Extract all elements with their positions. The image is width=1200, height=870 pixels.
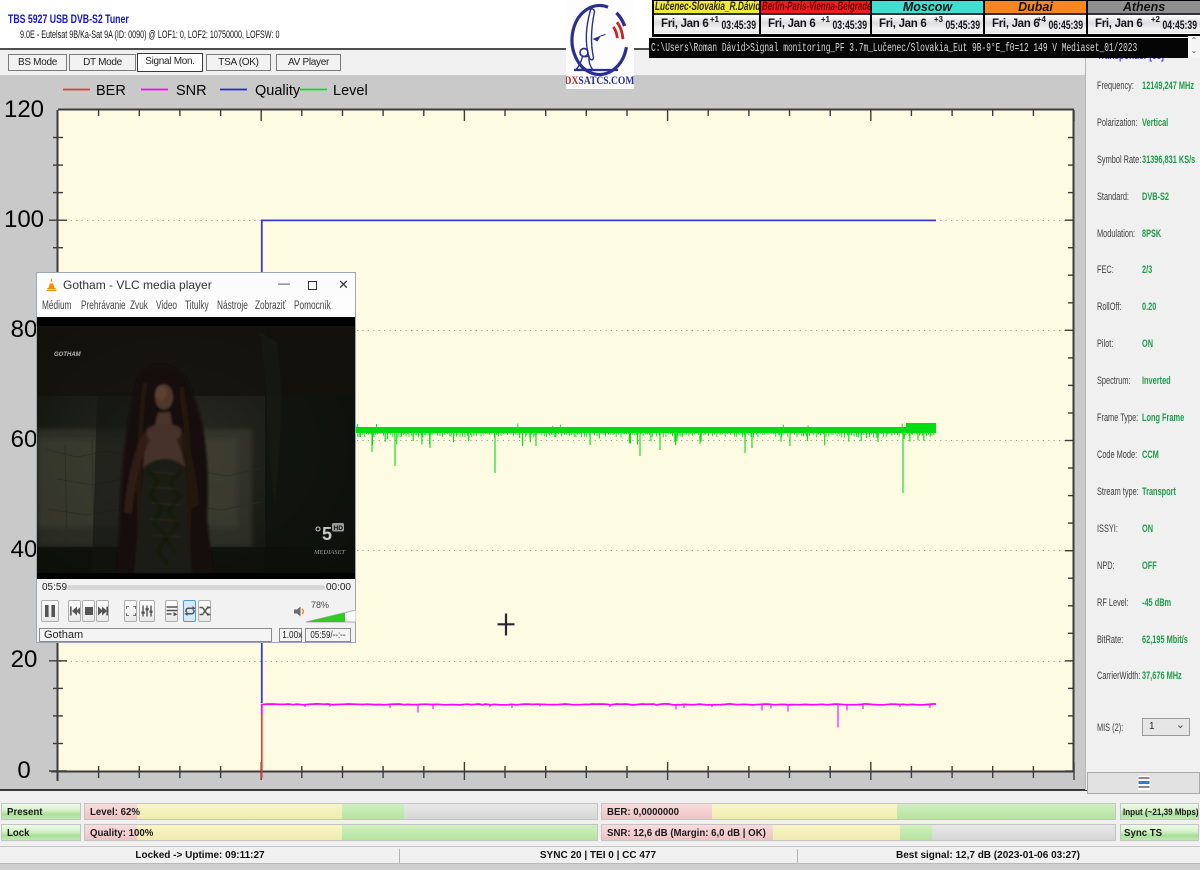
svg-text:DXSATCS.COM: DXSATCS.COM	[566, 74, 634, 87]
svg-text:Level: Level	[333, 83, 368, 99]
svg-text:GOTHAM: GOTHAM	[54, 352, 82, 358]
svg-text:80: 80	[11, 316, 38, 343]
svg-text:60: 60	[11, 426, 38, 453]
svg-text:Quality: Quality	[255, 83, 301, 99]
svg-text:120: 120	[4, 96, 44, 123]
svg-text:MEDIASET: MEDIASET	[313, 549, 345, 556]
svg-text:SNR: SNR	[176, 83, 207, 99]
svg-text:0: 0	[17, 757, 30, 784]
svg-text:5: 5	[322, 524, 332, 544]
svg-text:HD: HD	[334, 525, 344, 532]
svg-text:20: 20	[11, 646, 38, 673]
svg-text:BER: BER	[96, 83, 126, 99]
svg-text:100: 100	[4, 206, 44, 233]
svg-text:40: 40	[11, 536, 38, 563]
